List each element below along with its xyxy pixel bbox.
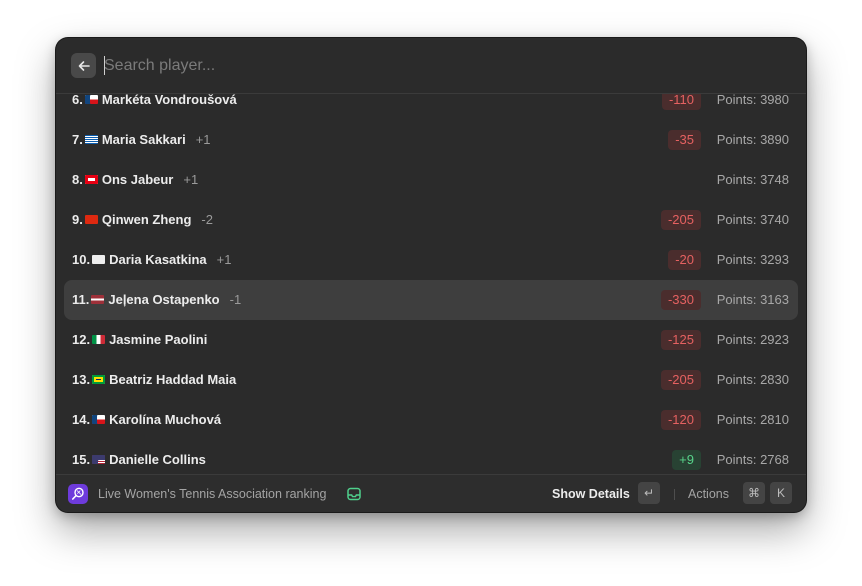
player-entry: 8. Ons Jabeur +1 [72, 172, 198, 187]
player-points: Points: 2768 [716, 452, 789, 467]
points-change-badge: -20 [668, 250, 701, 270]
player-entry: 9. Qinwen Zheng -2 [72, 212, 213, 227]
player-entry: 7. Maria Sakkari +1 [72, 132, 211, 147]
player-name: Qinwen Zheng [101, 212, 192, 227]
player-name: Danielle Collins [109, 452, 206, 467]
country-flag-icon [91, 295, 105, 304]
player-name: Maria Sakkari [101, 132, 186, 147]
ranking-row[interactable]: 11. Jeļena Ostapenko -1 -330 Points: 3163 [64, 280, 798, 320]
rank-number: 9. [72, 212, 83, 227]
search-input[interactable] [104, 54, 764, 78]
rank-movement: -2 [201, 212, 213, 227]
actions-button[interactable]: Actions [688, 487, 729, 501]
player-points: Points: 2810 [716, 412, 789, 427]
player-entry: 13. Beatriz Haddad Maia [72, 372, 236, 387]
rank-movement: +1 [183, 172, 199, 187]
player-points: Points: 3163 [716, 292, 789, 307]
ranking-row[interactable]: 7. Maria Sakkari +1 -35 Points: 3890 [64, 120, 798, 160]
rank-number: 7. [72, 132, 83, 147]
points-change-badge: -205 [660, 370, 701, 390]
ranking-row[interactable]: 14. Karolína Muchová -120 Points: 2810 [64, 400, 798, 440]
rank-number: 14. [72, 412, 91, 427]
points-change-badge: -205 [660, 210, 701, 230]
tennis-racket-icon [68, 484, 88, 504]
points-change-badge: -125 [660, 330, 701, 350]
rank-movement: -1 [229, 292, 242, 307]
points-change-badge: -120 [660, 410, 701, 430]
show-details-action[interactable]: Show Details [552, 487, 630, 501]
player-entry: 14. Karolína Muchová [72, 412, 221, 427]
player-points: Points: 3740 [716, 212, 789, 227]
player-points: Points: 3293 [716, 252, 789, 267]
back-button[interactable] [71, 53, 96, 78]
ranking-row[interactable]: 8. Ons Jabeur +1 Points: 3748 [64, 160, 798, 200]
action-bar: Live Women's Tennis Association ranking … [56, 474, 806, 512]
player-entry: 11. Jeļena Ostapenko -1 [72, 292, 241, 307]
player-points: Points: 2923 [716, 332, 789, 347]
rank-number: 6. [72, 94, 83, 107]
rank-number: 13. [72, 372, 91, 387]
rank-movement: +1 [216, 252, 232, 267]
ranking-list: 6. Markéta Vondroušová -110 Points: 3980 7. M… [56, 94, 806, 472]
points-change-badge: -330 [660, 290, 701, 310]
player-name: Jasmine Paolini [109, 332, 208, 347]
command-key-hint: ⌘ [743, 482, 765, 504]
player-entry: 15. Danielle Collins [72, 452, 206, 467]
country-flag-icon [92, 375, 106, 384]
inbox-icon[interactable] [346, 486, 362, 502]
country-flag-icon [84, 95, 98, 104]
rank-number: 10. [72, 252, 91, 267]
player-points: Points: 3980 [716, 94, 789, 107]
k-key-hint: K [770, 482, 792, 504]
points-change-badge: -110 [661, 94, 701, 110]
player-name: Markéta Vondroušová [101, 94, 237, 107]
country-flag-icon [84, 215, 98, 224]
ranking-row[interactable]: 6. Markéta Vondroušová -110 Points: 3980 [64, 94, 798, 120]
text-caret [104, 56, 105, 75]
extension-title: Live Women's Tennis Association ranking [98, 487, 327, 501]
enter-key-hint: ↵ [638, 482, 660, 504]
rank-number: 8. [72, 172, 83, 187]
player-name: Jeļena Ostapenko [108, 292, 220, 307]
rank-number: 15. [72, 452, 91, 467]
player-entry: 12. Jasmine Paolini [72, 332, 207, 347]
player-name: Beatriz Haddad Maia [109, 372, 237, 387]
country-flag-icon [84, 135, 98, 144]
ranking-row[interactable]: 12. Jasmine Paolini -125 Points: 2923 [64, 320, 798, 360]
rank-movement: +1 [195, 132, 211, 147]
player-name: Karolína Muchová [109, 412, 222, 427]
player-entry: 6. Markéta Vondroušová [72, 94, 237, 107]
country-flag-icon [92, 255, 106, 264]
points-change-badge: -35 [668, 130, 701, 150]
ranking-row[interactable]: 9. Qinwen Zheng -2 -205 Points: 3740 [64, 200, 798, 240]
country-flag-icon [92, 415, 106, 424]
footer-divider [674, 489, 675, 500]
country-flag-icon [92, 455, 106, 464]
arrow-left-icon [78, 60, 90, 71]
player-points: Points: 2830 [716, 372, 789, 387]
ranking-row[interactable]: 13. Beatriz Haddad Maia -205 Points: 2830 [64, 360, 798, 400]
player-points: Points: 3748 [716, 172, 789, 187]
country-flag-icon [84, 175, 98, 184]
search-bar [56, 38, 806, 94]
rank-number: 12. [72, 332, 91, 347]
player-name: Ons Jabeur [101, 172, 174, 187]
player-name: Daria Kasatkina [109, 252, 207, 267]
player-entry: 10. Daria Kasatkina +1 [72, 252, 231, 267]
points-change-badge: +9 [672, 450, 701, 470]
country-flag-icon [92, 335, 106, 344]
ranking-row[interactable]: 10. Daria Kasatkina +1 -20 Points: 3293 [64, 240, 798, 280]
rank-number: 11. [72, 292, 90, 307]
player-points: Points: 3890 [716, 132, 789, 147]
ranking-row[interactable]: 15. Danielle Collins +9 Points: 2768 [64, 440, 798, 472]
launcher-window: 6. Markéta Vondroušová -110 Points: 3980 7. M… [56, 38, 806, 512]
